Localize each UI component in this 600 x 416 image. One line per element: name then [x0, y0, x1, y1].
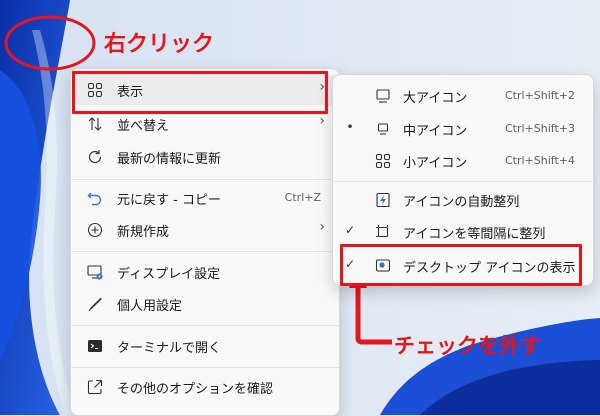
- terminal-icon: [88, 340, 102, 352]
- menu-item-label: ターミナルで開く: [117, 341, 222, 356]
- menu-separator: [71, 325, 339, 326]
- menu-separator: [71, 367, 339, 368]
- sort-icon: [88, 117, 102, 131]
- display-settings-icon: [87, 265, 103, 280]
- submenu-item-label: 中アイコン: [403, 124, 468, 139]
- small-icons-icon: [375, 153, 391, 169]
- submenu-item-small-icons[interactable]: 小アイコン Ctrl+Shift+4: [337, 146, 589, 176]
- submenu-item-medium-icons[interactable]: • 中アイコン Ctrl+Shift+3: [337, 114, 589, 144]
- menu-item-label: 最新の情報に更新: [117, 152, 222, 167]
- submenu-item-label: 大アイコン: [403, 91, 468, 106]
- right-click-annotation: 右クリック: [104, 32, 215, 57]
- align-grid-icon: [376, 225, 389, 238]
- undo-icon: [87, 192, 102, 206]
- new-icon: [87, 222, 103, 238]
- shortcut-text: Ctrl+Shift+3: [504, 122, 575, 135]
- shortcut-text: Ctrl+Shift+4: [504, 154, 575, 167]
- submenu-item-align-to-grid[interactable]: ✓ アイコンを等間隔に整列: [337, 217, 589, 247]
- auto-arrange-icon: [376, 192, 390, 208]
- submenu-item-label: アイコンの自動整列: [403, 195, 520, 210]
- uncheck-annotation: チェックを外す: [394, 334, 541, 358]
- shortcut-text: Ctrl+Shift+2: [504, 89, 575, 102]
- medium-icons-icon: [377, 123, 389, 135]
- submenu-item-label: 小アイコン: [403, 156, 468, 171]
- menu-separator: [71, 251, 339, 252]
- personalize-icon: [88, 297, 102, 312]
- highlight-show-desktop-icons: [340, 244, 582, 286]
- submenu-item-auto-arrange[interactable]: アイコンの自動整列: [337, 185, 589, 215]
- menu-item-label: 個人用設定: [117, 299, 183, 314]
- menu-item-display-settings[interactable]: ディスプレイ設定: [75, 257, 335, 287]
- menu-item-new[interactable]: 新規作成 ›: [75, 215, 335, 245]
- more-options-icon: [87, 379, 103, 395]
- menu-item-label: 新規作成: [117, 225, 170, 240]
- menu-item-label: 元に戻す - コピー: [117, 193, 221, 208]
- radio-selected-mark: •: [346, 120, 354, 134]
- large-icons-icon: [376, 89, 390, 103]
- menu-item-refresh[interactable]: 最新の情報に更新: [75, 142, 335, 172]
- submenu-item-large-icons[interactable]: 大アイコン Ctrl+Shift+2: [337, 81, 589, 111]
- menu-separator: [71, 179, 339, 180]
- desktop-context-menu: 表示 › 並べ替え › 最新の情報に更新 元に戻す - コピー Ctrl+Z 新…: [70, 68, 340, 416]
- menu-item-personalize[interactable]: 個人用設定: [75, 289, 335, 319]
- menu-item-label: 並べ替え: [117, 119, 170, 134]
- menu-separator: [333, 181, 593, 182]
- refresh-icon: [88, 150, 102, 164]
- chevron-right-icon: ›: [319, 113, 325, 129]
- highlight-view-item: [72, 71, 328, 114]
- menu-item-label: その他のオプションを確認: [117, 382, 274, 397]
- menu-item-label: ディスプレイ設定: [117, 267, 221, 282]
- menu-item-more-options[interactable]: その他のオプションを確認: [75, 372, 335, 402]
- shortcut-text: Ctrl+Z: [284, 191, 321, 204]
- submenu-item-label: アイコンを等間隔に整列: [403, 227, 546, 242]
- menu-item-undo[interactable]: 元に戻す - コピー Ctrl+Z: [75, 183, 335, 213]
- chevron-right-icon: ›: [319, 219, 325, 235]
- check-mark: ✓: [344, 223, 356, 237]
- menu-item-open-terminal[interactable]: ターミナルで開く: [75, 331, 335, 361]
